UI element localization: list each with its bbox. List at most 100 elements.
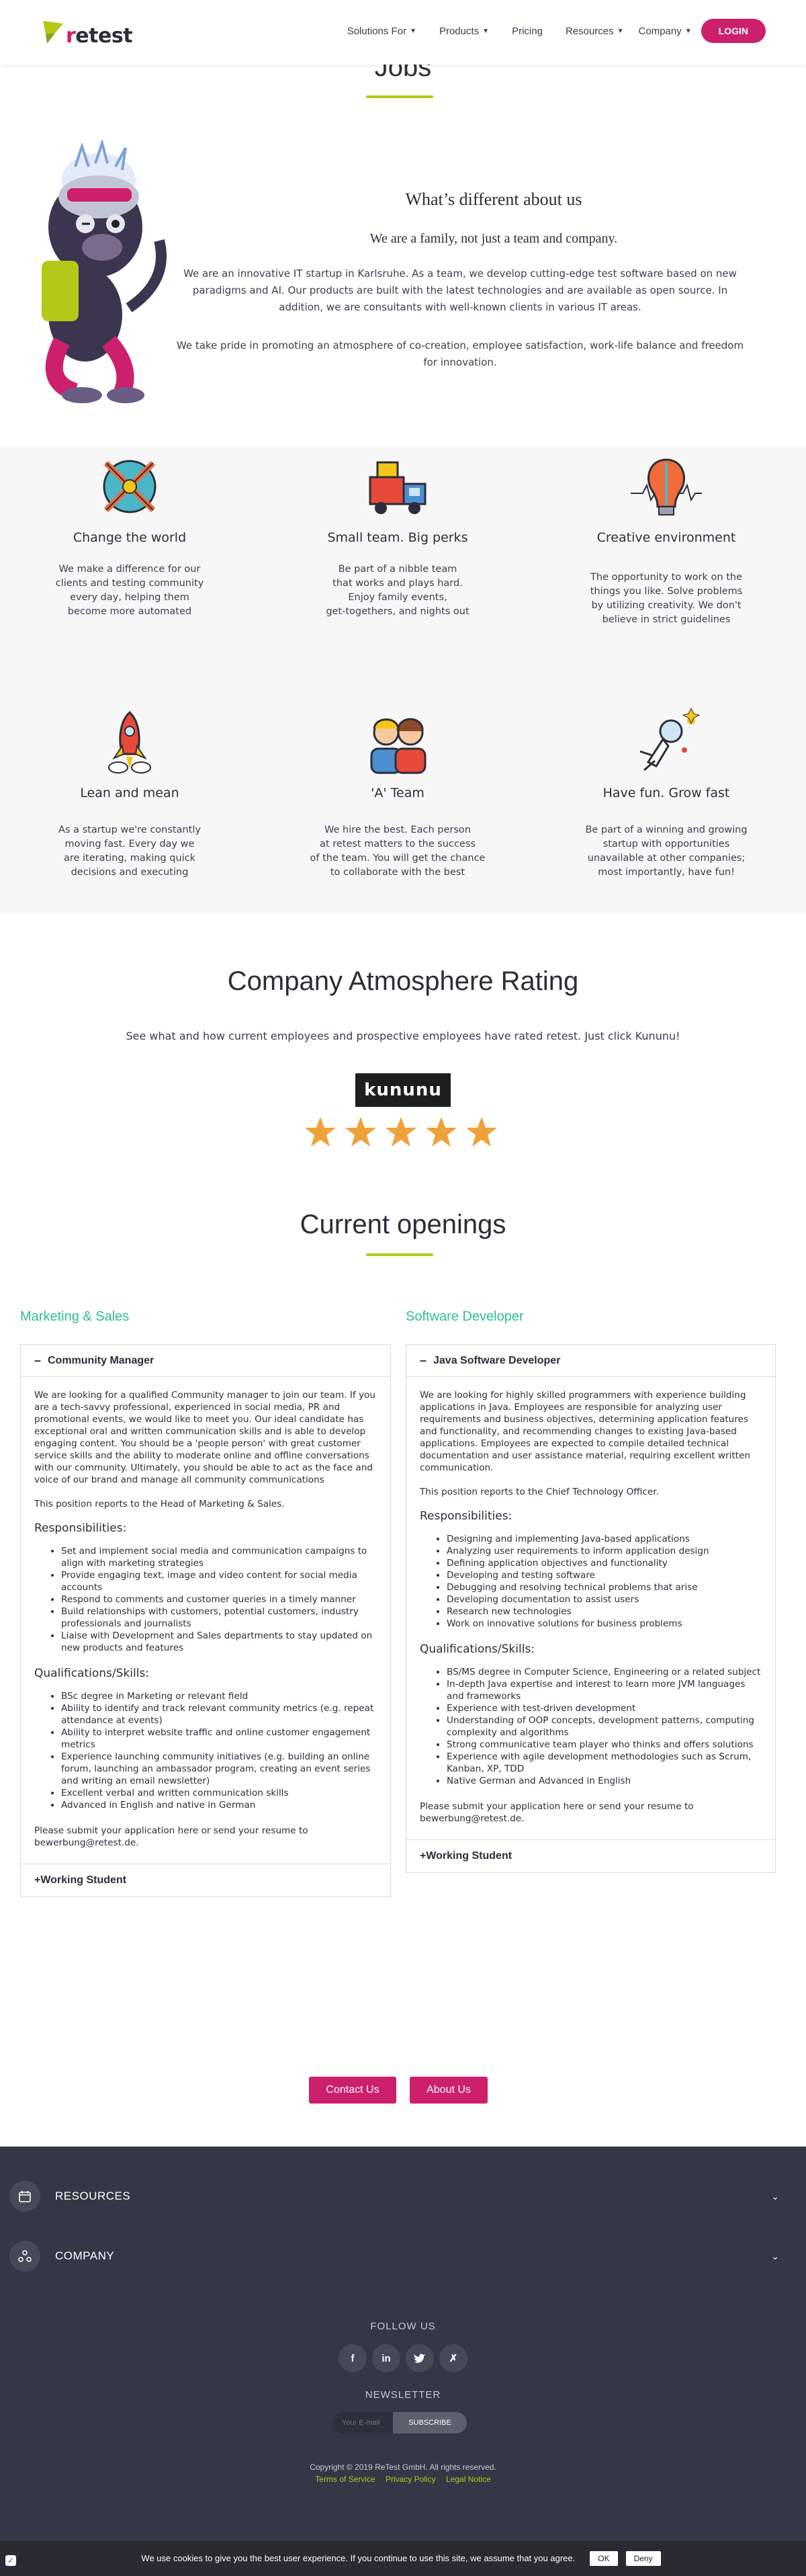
- perk-text: The opportunity to work on the things yo…: [590, 572, 743, 625]
- list-item: Developing and testing software: [447, 1569, 762, 1581]
- copyright-text: Copyright © 2019 ReTest GmbH. All rights…: [310, 2462, 496, 2472]
- terms-link[interactable]: Terms of Service: [315, 2475, 375, 2484]
- responsibilities-heading: Responsibilities:: [420, 1509, 512, 1523]
- list-item: Analyzing user requirements to inform ap…: [447, 1545, 762, 1557]
- responsibilities-list: Set and implement social media and commu…: [61, 1545, 377, 1654]
- list-item: BS/MS degree in Computer Science, Engine…: [447, 1666, 762, 1678]
- list-item: Experience with test-driven development: [447, 1702, 762, 1714]
- qualifications-heading: Qualifications/Skills:: [420, 1643, 535, 1656]
- nav-solutions[interactable]: Solutions For ▼: [347, 26, 416, 37]
- star-icon: [426, 1117, 457, 1147]
- footer-company-row[interactable]: COMPANY ⌄: [0, 2236, 806, 2276]
- about-us-button[interactable]: About Us: [410, 2077, 488, 2104]
- social-links: f in ✗: [336, 2344, 470, 2372]
- qualifications-heading: Qualifications/Skills:: [34, 1667, 150, 1680]
- openings-title: Current openings: [300, 1210, 506, 1239]
- nav-resources[interactable]: Resources ▼: [566, 26, 624, 37]
- list-item: Designing and implementing Java-based ap…: [447, 1533, 762, 1545]
- nav-company[interactable]: Company ▼: [639, 26, 692, 37]
- delivery-truck-icon: [369, 461, 427, 514]
- list-item: Developing documentation to assist users: [447, 1593, 762, 1606]
- list-item: Liaise with Development and Sales depart…: [61, 1630, 377, 1654]
- about-paragraph-1: We are an innovative IT startup in Karls…: [183, 267, 737, 313]
- footer-resources-label: RESOURCES: [55, 2190, 131, 2202]
- list-item: Understanding of OOP concepts, developme…: [447, 1714, 762, 1739]
- java-developer-body: We are looking for highly skilled progra…: [406, 1377, 775, 1840]
- java-developer-header[interactable]: – Java Software Developer: [406, 1345, 775, 1377]
- logo-text: retest: [66, 24, 133, 48]
- marketing-accordion: – Community Manager We are looking for a …: [20, 1344, 391, 1897]
- list-item: Strong communicative team player who thi…: [447, 1739, 762, 1751]
- working-student-header[interactable]: + Working Student: [406, 1840, 775, 1872]
- star-icon: [345, 1117, 376, 1147]
- chevron-down-icon: ▼: [684, 27, 692, 35]
- star-icon: [466, 1117, 497, 1147]
- collapse-icon: –: [420, 1354, 427, 1367]
- perk-title: Have fun. Grow fast: [602, 786, 730, 800]
- xing-icon[interactable]: ✗: [439, 2344, 467, 2372]
- list-item: Excellent verbal and written communicati…: [61, 1787, 377, 1799]
- perk-title: Creative environment: [596, 530, 736, 545]
- linkedin-icon[interactable]: in: [372, 2344, 400, 2372]
- login-button[interactable]: LOGIN: [701, 19, 766, 43]
- list-item: In-depth Java expertise and interest to …: [447, 1678, 762, 1702]
- facebook-icon[interactable]: f: [339, 2344, 367, 2372]
- kununu-badge[interactable]: kununu: [355, 1073, 451, 1107]
- perk-text: Be part of a winning and growing startup…: [585, 825, 748, 878]
- software-developer-title: Software Developer: [406, 1309, 524, 1324]
- software-accordion: – Java Software Developer We are looking …: [406, 1344, 776, 1873]
- perk-lean-mean: Lean and mean As a startup we're constan…: [26, 708, 234, 880]
- perk-change-world: Change the world We make a difference fo…: [26, 453, 234, 619]
- cookie-text: We use cookies to give you the best user…: [141, 2553, 576, 2563]
- list-item: Native German and Advanced in English: [447, 1775, 762, 1787]
- star-icon: [305, 1117, 336, 1147]
- newsletter-form: SUBSCRIBE: [332, 2412, 467, 2434]
- job-description: We are looking for highly skilled progra…: [420, 1390, 750, 1473]
- newsletter-label: NEWSLETTER: [365, 2389, 441, 2401]
- footer-resources-row[interactable]: RESOURCES ⌄: [0, 2176, 806, 2216]
- job-description: We are looking for a qualified Community…: [34, 1390, 375, 1485]
- rocket-icon: [108, 710, 151, 774]
- job-reports-to: This position reports to the Head of Mar…: [34, 1499, 285, 1509]
- retest-logo[interactable]: retest: [40, 17, 133, 48]
- list-item: Debugging and resolving technical proble…: [447, 1581, 762, 1593]
- chevron-down-icon: ▼: [617, 27, 624, 35]
- perk-small-team: Small team. Big perks Be part of a nibbl…: [294, 453, 502, 619]
- qualifications-list: BSc degree in Marketing or relevant fiel…: [61, 1690, 377, 1811]
- job-reports-to: This position reports to the Chief Techn…: [420, 1487, 659, 1497]
- list-item: Set and implement social media and commu…: [61, 1545, 377, 1569]
- site-header: retest Solutions For ▼ Products ▼ Pricing …: [0, 0, 806, 65]
- cookie-deny-button[interactable]: Deny: [625, 2550, 661, 2566]
- perk-have-fun: Have fun. Grow fast Be part of a winning…: [562, 707, 770, 880]
- about-paragraph-2: We take pride in promoting an atmosphere…: [176, 339, 744, 368]
- follow-us-label: FOLLOW US: [370, 2321, 436, 2332]
- working-student-header[interactable]: + Working Student: [21, 1864, 390, 1897]
- legal-links: Terms of Service Privacy Policy Legal No…: [0, 2475, 806, 2484]
- nav-products[interactable]: Products ▼: [439, 26, 489, 37]
- apply-text: Please submit your application here or s…: [420, 1801, 694, 1824]
- rating-subtitle: See what and how current employees and p…: [126, 1030, 680, 1042]
- cookie-ok-button[interactable]: OK: [590, 2550, 618, 2566]
- nav-pricing[interactable]: Pricing: [512, 26, 543, 37]
- responsibilities-list: Designing and implementing Java-based ap…: [447, 1533, 762, 1630]
- checkmark-icon[interactable]: ✓: [5, 2555, 16, 2566]
- responsibilities-heading: Responsibilities:: [34, 1522, 127, 1535]
- twitter-icon[interactable]: [406, 2344, 434, 2372]
- perk-text: We hire the best. Each person at retest …: [310, 825, 486, 878]
- subscribe-button[interactable]: SUBSCRIBE: [393, 2412, 467, 2434]
- expand-icon: +: [34, 1874, 41, 1886]
- perk-title: Small team. Big perks: [327, 530, 468, 545]
- list-item: Provide engaging text, image and video c…: [61, 1569, 377, 1593]
- about-subheading: We are a family, not just a team and com…: [369, 231, 618, 246]
- logo-mark-icon: [43, 20, 63, 44]
- newsletter-email-input[interactable]: [332, 2412, 393, 2434]
- monkey-mascot-illustration: [42, 140, 167, 403]
- privacy-link[interactable]: Privacy Policy: [386, 2475, 436, 2484]
- globe-tools-icon: [103, 460, 156, 513]
- community-manager-header[interactable]: – Community Manager: [21, 1345, 390, 1377]
- list-item: Research new technologies: [447, 1606, 762, 1618]
- legal-notice-link[interactable]: Legal Notice: [446, 2475, 491, 2484]
- community-manager-body: We are looking for a qualified Community…: [21, 1377, 390, 1864]
- contact-us-button[interactable]: Contact Us: [309, 2077, 396, 2104]
- list-item: Ability to identify and track relevant c…: [61, 1702, 377, 1727]
